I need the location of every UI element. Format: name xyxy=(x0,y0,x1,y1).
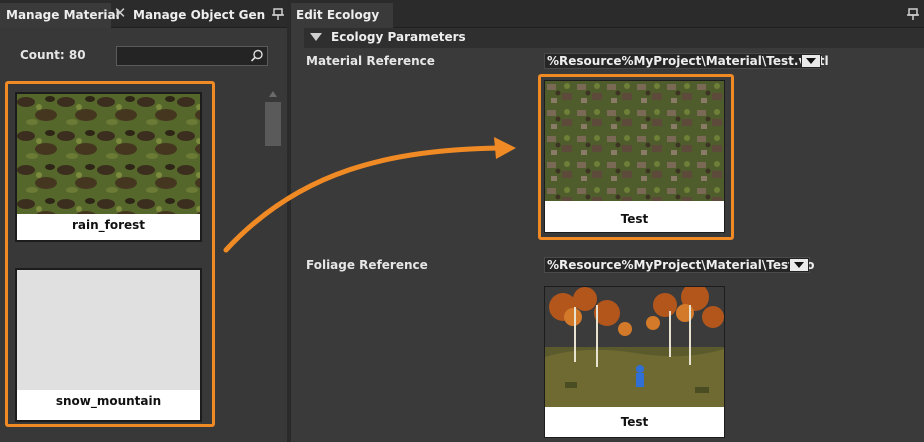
search-box xyxy=(116,46,268,66)
tab-label: Edit Ecology xyxy=(296,8,380,22)
material-reference-preview[interactable]: Test xyxy=(544,80,725,233)
search-input[interactable] xyxy=(117,47,245,65)
foliage-reference-path: %Resource%MyProject\Material\Test.vo xyxy=(547,258,815,272)
material-item-snow-mountain[interactable]: snow_mountain xyxy=(15,268,202,422)
edit-ecology-panel: Ecology Parameters Material Reference %R… xyxy=(291,28,924,442)
tab-manage-material[interactable]: Manage Material xyxy=(0,3,120,28)
search-icon[interactable] xyxy=(249,48,265,64)
material-item-rain-forest[interactable]: rain_forest xyxy=(15,92,202,242)
tab-label: Manage Material xyxy=(6,8,120,22)
left-tab-bar: Manage Material ✕ Manage Object Gen xyxy=(0,0,287,28)
scroll-up-icon[interactable] xyxy=(265,88,281,100)
tab-manage-object-gen[interactable]: Manage Object Gen xyxy=(133,3,273,28)
manage-material-panel: Count: 80 rain_forest snow_mountain xyxy=(0,28,287,442)
material-reference-field[interactable]: %Resource%MyProject\Material\Test.vmtl xyxy=(544,53,829,69)
scroll-thumb[interactable] xyxy=(265,102,281,146)
section-title: Ecology Parameters xyxy=(331,30,466,44)
material-name: rain_forest xyxy=(71,218,146,232)
material-preview-thumbnail xyxy=(545,81,724,201)
triangle-down-icon[interactable] xyxy=(310,33,322,41)
pin-icon[interactable] xyxy=(271,7,285,21)
chevron-down-icon[interactable] xyxy=(801,54,821,68)
foliage-preview-name: Test xyxy=(620,415,649,429)
tab-label: Manage Object Gen xyxy=(133,8,266,22)
material-name: snow_mountain xyxy=(55,394,162,408)
tab-edit-ecology[interactable]: Edit Ecology xyxy=(291,3,393,28)
right-tab-bar: Edit Ecology xyxy=(291,0,924,28)
rain-forest-thumbnail xyxy=(17,94,200,214)
material-count: Count: 80 xyxy=(20,48,86,62)
material-list-scrollbar[interactable] xyxy=(265,88,281,428)
chevron-down-icon[interactable] xyxy=(789,258,809,272)
foliage-reference-preview[interactable]: Test xyxy=(544,286,725,438)
material-preview-name: Test xyxy=(620,212,649,226)
foliage-preview-thumbnail xyxy=(545,287,724,407)
material-reference-label: Material Reference xyxy=(306,54,435,68)
foliage-reference-field[interactable]: %Resource%MyProject\Material\Test.vo xyxy=(544,257,815,273)
pin-icon[interactable] xyxy=(906,7,920,21)
ecology-parameters-header[interactable]: Ecology Parameters xyxy=(304,28,924,48)
close-icon[interactable]: ✕ xyxy=(112,4,128,22)
material-reference-path: %Resource%MyProject\Material\Test.vmtl xyxy=(547,54,829,68)
foliage-reference-label: Foliage Reference xyxy=(306,258,428,272)
snow-mountain-thumbnail xyxy=(17,270,200,390)
